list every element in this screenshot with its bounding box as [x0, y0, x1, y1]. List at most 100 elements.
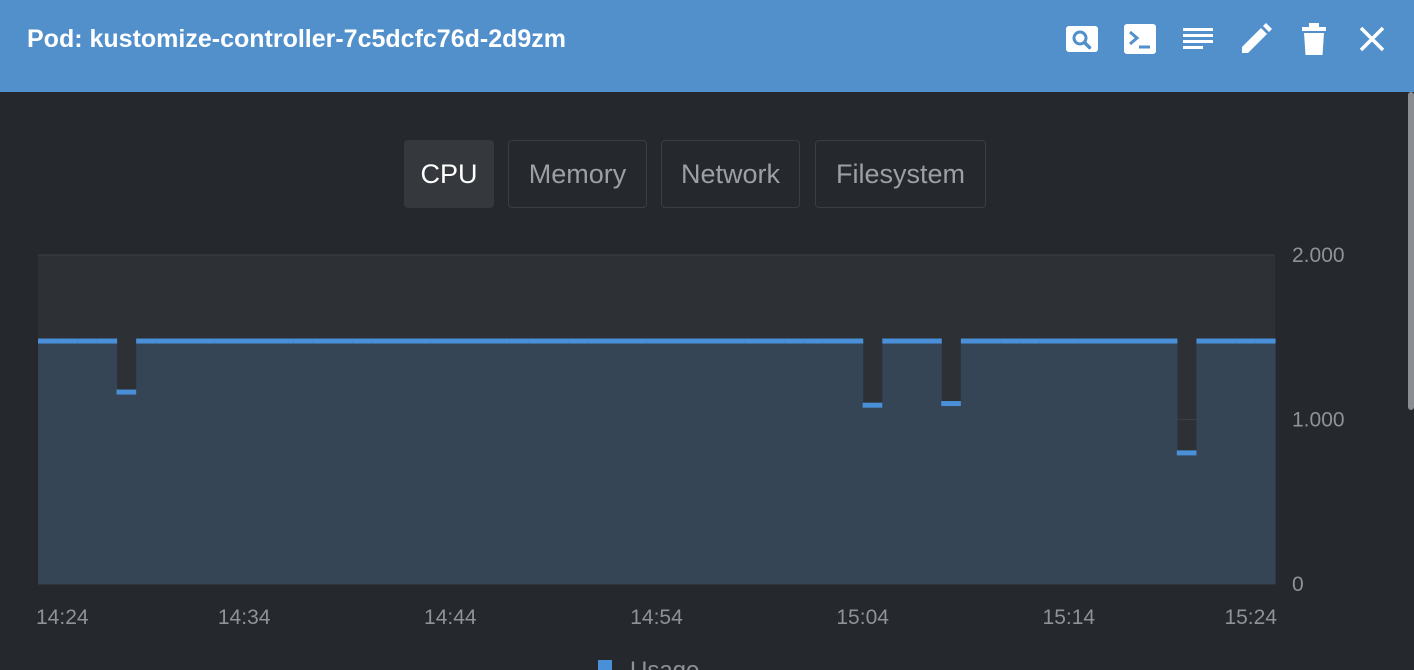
- tab-cpu[interactable]: CPU: [404, 140, 494, 208]
- usage-bar: [38, 340, 59, 584]
- usage-bar: [469, 340, 491, 584]
- usage-bar-top: [941, 401, 962, 407]
- edit-icon[interactable]: [1234, 17, 1278, 61]
- usage-bar: [489, 340, 510, 584]
- usage-bar-top: [1059, 338, 1080, 344]
- usage-bar: [980, 340, 1001, 584]
- usage-bar-top: [469, 338, 491, 344]
- usage-bar-top: [823, 338, 844, 344]
- usage-bar-top: [411, 338, 432, 344]
- usage-bar: [155, 340, 177, 584]
- usage-bar-top: [725, 338, 746, 344]
- usage-bar-top: [450, 338, 471, 344]
- usage-bar-top: [685, 338, 707, 344]
- x-tick-label: 15:14: [1043, 606, 1096, 629]
- legend-swatch: [598, 660, 612, 670]
- cpu-usage-chart: 2.000 1.000 0 14:24 14:34 14:44 14:54 15:04 15:1…: [36, 244, 1345, 670]
- usage-bar: [1137, 340, 1158, 584]
- usage-bar: [823, 340, 844, 584]
- usage-bar: [411, 340, 432, 584]
- usage-bar-top: [921, 338, 942, 344]
- usage-bar: [293, 340, 314, 584]
- usage-bar: [1255, 340, 1276, 584]
- usage-bar: [843, 340, 864, 584]
- usage-bar: [136, 340, 157, 584]
- delete-icon[interactable]: [1292, 17, 1336, 61]
- usage-bar-top: [1117, 338, 1139, 344]
- usage-bar-top: [332, 338, 353, 344]
- usage-bar-top: [430, 338, 451, 344]
- usage-bar: [1019, 340, 1040, 584]
- usage-bar: [1078, 340, 1099, 584]
- usage-bar: [57, 340, 78, 584]
- usage-bar: [450, 340, 471, 584]
- usage-bar: [1157, 340, 1178, 584]
- usage-bar: [509, 340, 530, 584]
- usage-bar-top: [1157, 338, 1178, 344]
- usage-bar-top: [744, 338, 766, 344]
- usage-bar: [901, 340, 923, 584]
- usage-bar: [607, 340, 628, 584]
- x-tick-label: 14:44: [424, 606, 477, 629]
- usage-bar-top: [273, 338, 294, 344]
- usage-bar-top: [57, 338, 78, 344]
- usage-bar: [862, 404, 883, 584]
- x-tick-label: 14:24: [36, 606, 89, 629]
- usage-bar-top: [607, 338, 628, 344]
- usage-bar-top: [293, 338, 314, 344]
- usage-bar-top: [1235, 338, 1256, 344]
- x-tick-label: 15:04: [836, 606, 889, 629]
- search-icon[interactable]: [1060, 17, 1104, 61]
- tab-memory[interactable]: Memory: [508, 140, 647, 208]
- usage-bar-top: [803, 338, 824, 344]
- usage-bar: [548, 340, 569, 584]
- x-tick-label: 14:34: [218, 606, 271, 629]
- usage-bar-top: [1255, 338, 1276, 344]
- usage-bar-top: [587, 338, 609, 344]
- usage-bar-top: [509, 338, 530, 344]
- usage-bar-top: [136, 338, 157, 344]
- usage-bar: [1117, 340, 1139, 584]
- tab-network[interactable]: Network: [661, 140, 800, 208]
- close-icon[interactable]: [1350, 17, 1394, 61]
- usage-bar: [882, 340, 903, 584]
- x-tick-label: 15:24: [1224, 606, 1277, 629]
- usage-bar: [705, 340, 726, 584]
- usage-bar: [568, 340, 589, 584]
- usage-bar-top: [116, 389, 137, 395]
- usage-bar: [371, 340, 393, 584]
- usage-bar: [1196, 340, 1217, 584]
- usage-bar: [764, 340, 785, 584]
- legend-label: Usage: [630, 657, 699, 670]
- y-tick-label: 1.000: [1292, 409, 1345, 432]
- usage-bar-top: [882, 338, 903, 344]
- usage-bar: [273, 340, 294, 584]
- usage-bar-top: [960, 338, 982, 344]
- usage-bar: [352, 340, 373, 584]
- usage-bar-top: [568, 338, 589, 344]
- usage-bar-top: [371, 338, 393, 344]
- logs-icon[interactable]: [1176, 17, 1220, 61]
- usage-bar-top: [312, 338, 334, 344]
- y-tick-label: 0: [1292, 573, 1304, 596]
- usage-bar-top: [1039, 338, 1060, 344]
- usage-bar: [77, 340, 98, 584]
- usage-bar-top: [352, 338, 373, 344]
- usage-bar-top: [901, 338, 923, 344]
- usage-bar-top: [96, 338, 118, 344]
- usage-bar-top: [705, 338, 726, 344]
- usage-bar: [1098, 340, 1119, 584]
- usage-bar-top: [234, 338, 255, 344]
- usage-bar: [921, 340, 942, 584]
- usage-bar: [1039, 340, 1060, 584]
- usage-bar: [1235, 340, 1256, 584]
- pod-details-header: Pod: kustomize-controller-7c5dcfc76d-2d9…: [0, 0, 1414, 92]
- usage-bar: [744, 340, 766, 584]
- usage-bar: [430, 340, 451, 584]
- terminal-icon[interactable]: [1118, 17, 1162, 61]
- usage-bar-top: [195, 338, 216, 344]
- usage-bar: [312, 340, 334, 584]
- tab-filesystem[interactable]: Filesystem: [815, 140, 986, 208]
- usage-bar: [666, 340, 687, 584]
- usage-bar-top: [666, 338, 687, 344]
